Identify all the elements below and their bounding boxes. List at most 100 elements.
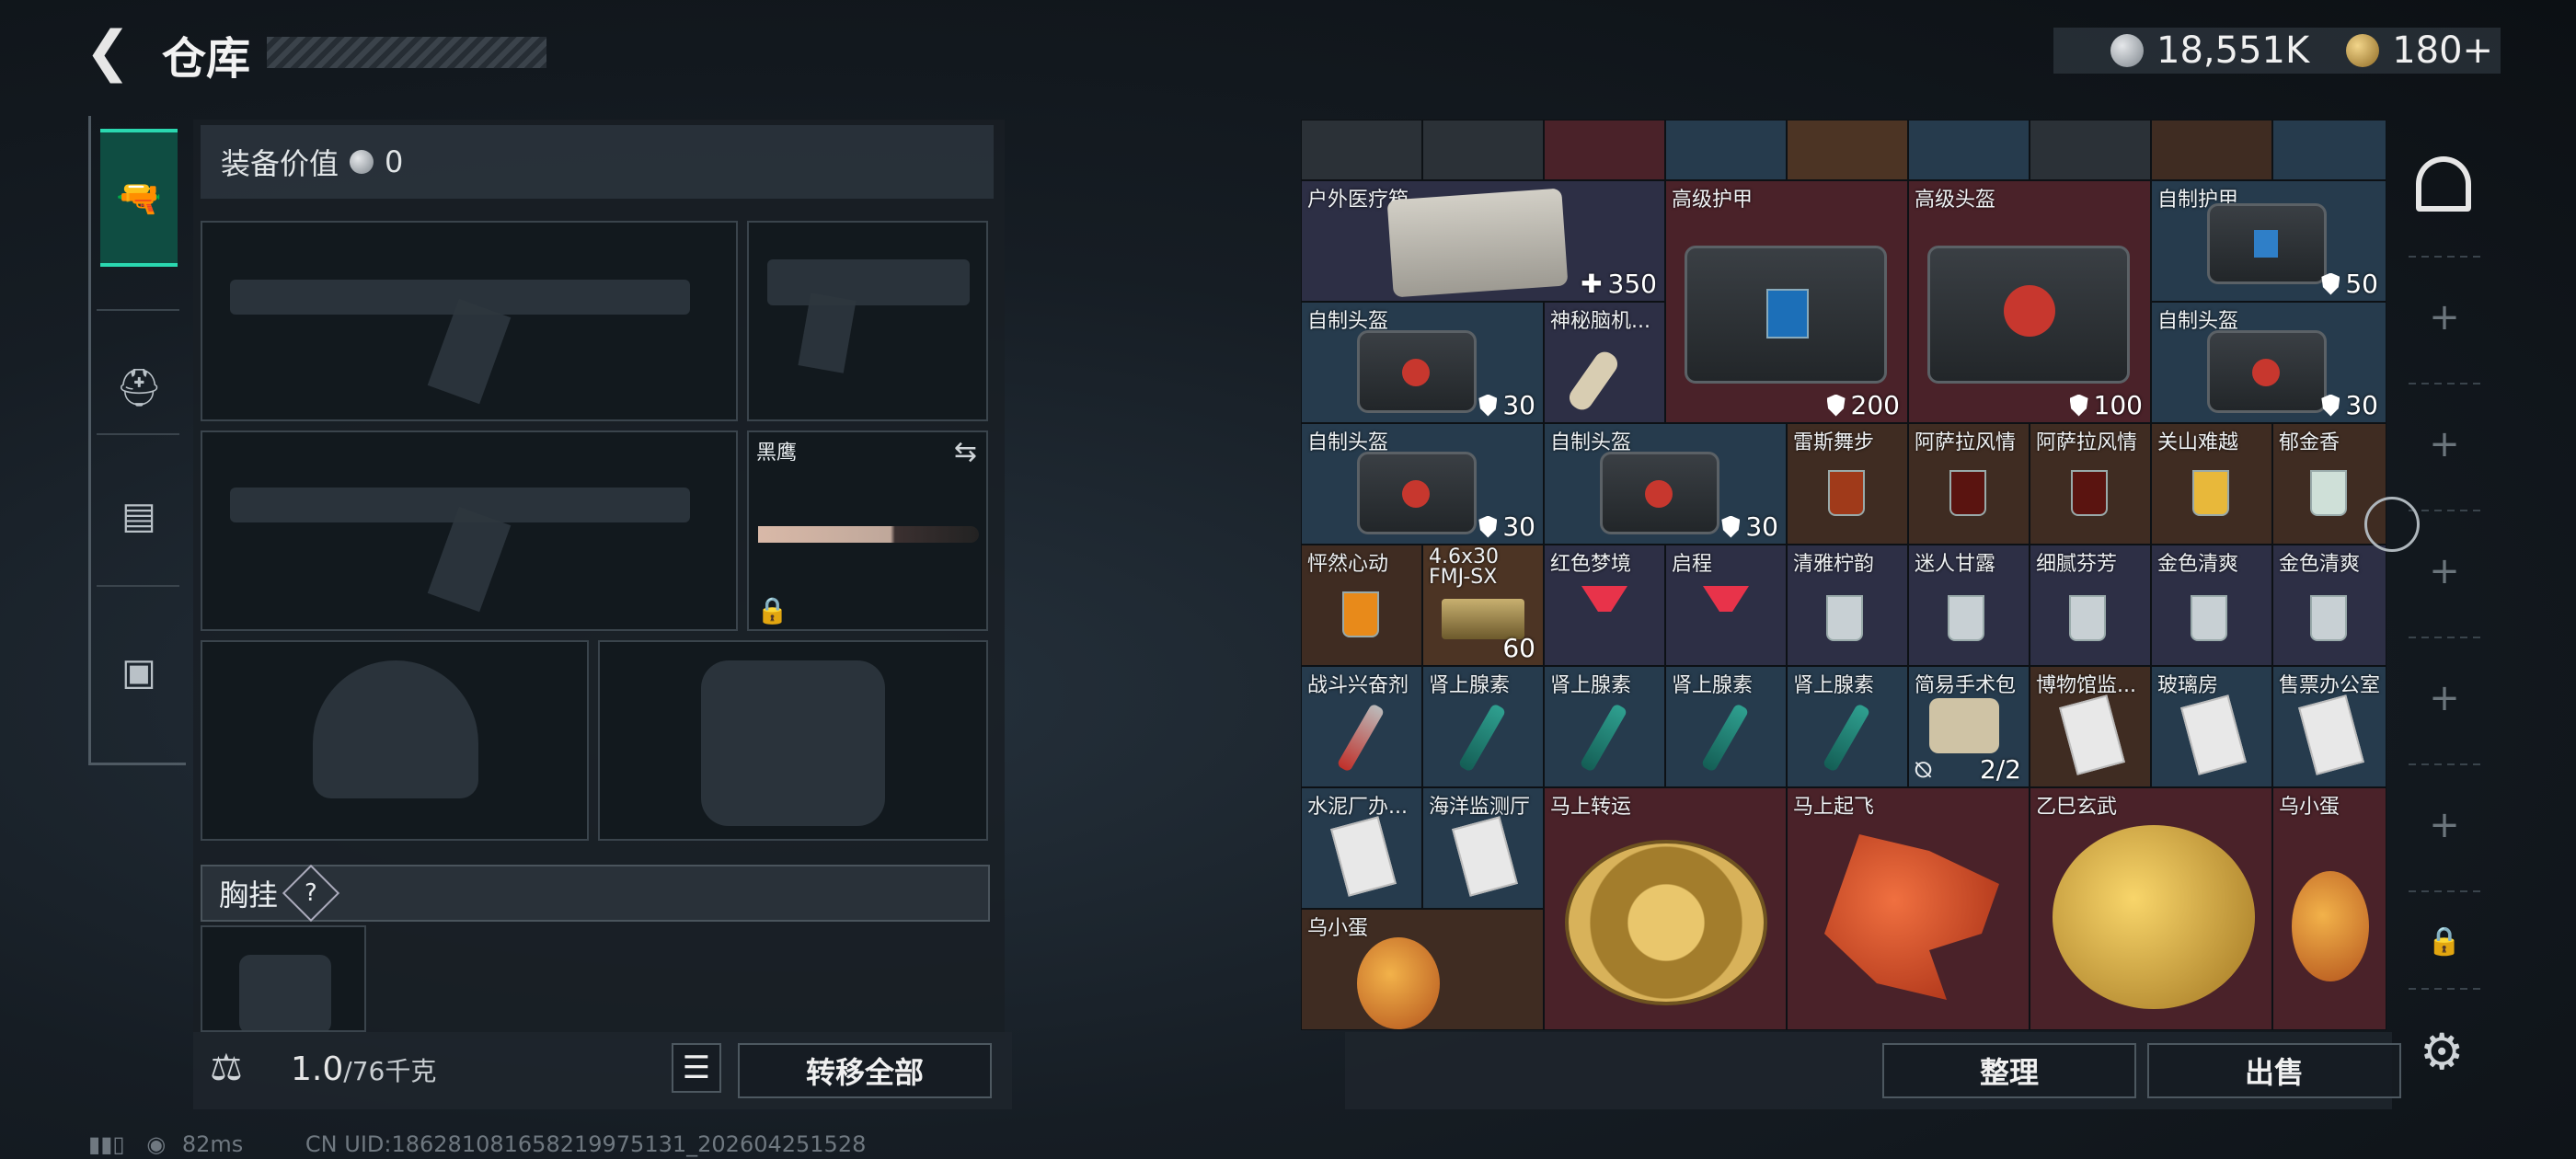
glass-icon [2069, 595, 2106, 641]
capacity-text: 1.0/76千克 [291, 1050, 437, 1088]
item-collectible-egg[interactable]: 乌小蛋 [1301, 909, 1544, 1030]
armor-silhouette-icon [701, 660, 885, 826]
item-drink[interactable]: 金色清爽 [2272, 545, 2386, 666]
primary-weapon-slot[interactable] [201, 221, 738, 421]
grid-cell[interactable] [2272, 120, 2386, 180]
item-homemade-helmet[interactable]: 自制头盔 30 [1301, 423, 1544, 545]
melee-slot[interactable]: 黑鹰 ⇆ 🔒 [747, 430, 988, 631]
item-collectible-wheel[interactable]: 马上转运 [1544, 787, 1787, 1030]
chest-rig-label: 胸挂 [219, 878, 279, 912]
item-advanced-armor[interactable]: 高级护甲 200 [1665, 180, 1908, 423]
helmet-armor-tab-icon[interactable]: ⛑ [100, 346, 178, 429]
armor-slot[interactable] [598, 640, 988, 841]
golden-turtle-icon [2053, 825, 2255, 1009]
item-mystery-bci[interactable]: 神秘脑机... [1544, 302, 1665, 423]
grid-cell[interactable] [1908, 120, 2030, 180]
item-collectible-horse[interactable]: 马上起飞 [1787, 787, 2030, 1030]
helmet-silhouette-icon [313, 660, 478, 798]
back-icon[interactable]: ❮ [85, 24, 136, 79]
item-homemade-helmet[interactable]: 自制头盔 30 [2151, 302, 2386, 423]
item-drink[interactable]: 启程 [1665, 545, 1787, 666]
settings-gear-icon[interactable]: ⚙ [2420, 1023, 2464, 1081]
wifi-icon: ◉ [146, 1131, 167, 1157]
grid-cell[interactable] [2030, 120, 2151, 180]
martini-icon [1703, 586, 1749, 650]
swap-icon[interactable]: ⇆ [954, 436, 977, 468]
pistol-slot[interactable] [747, 221, 988, 421]
item-adrenaline[interactable]: 肾上腺素 [1787, 666, 1908, 787]
add-slot-icon[interactable]: + [2405, 550, 2484, 592]
right-container-nav: + + + + + 🔒 [2405, 120, 2484, 1039]
item-drink[interactable]: 怦然心动 [1301, 545, 1422, 666]
grid-cell[interactable] [1422, 120, 1544, 180]
chest-rig-slot[interactable] [201, 925, 366, 1032]
grid-cell[interactable] [1665, 120, 1787, 180]
currency-bar: 18,551K 180+ [2053, 28, 2501, 74]
item-adrenaline[interactable]: 肾上腺素 [1422, 666, 1544, 787]
add-slot-icon[interactable]: + [2405, 423, 2484, 465]
item-keycard[interactable]: 博物馆监... [2030, 666, 2151, 787]
add-slot-icon[interactable]: + [2405, 296, 2484, 339]
item-drink[interactable]: 阿萨拉风情 [2030, 423, 2151, 545]
stash-grid[interactable]: 户外医疗箱 ✚ 350 高级护甲 200 高级头盔 100 自制护甲 50 自制头… [1301, 120, 2386, 1030]
sell-button[interactable]: 出售 [2147, 1043, 2401, 1098]
item-drink[interactable]: 金色清爽 [2151, 545, 2272, 666]
gold-amount[interactable]: 180+ [2392, 29, 2493, 72]
grid-cell[interactable] [2151, 120, 2272, 180]
item-collectible-egg[interactable]: 乌小蛋 [2272, 787, 2386, 1030]
grid-cell[interactable] [1544, 120, 1665, 180]
item-homemade-helmet[interactable]: 自制头盔 30 [1544, 423, 1787, 545]
add-slot-icon[interactable]: + [2405, 804, 2484, 846]
list-view-icon[interactable]: ☰ [672, 1043, 721, 1093]
keycard-icon [2298, 694, 2364, 775]
pistol-silhouette-icon [767, 259, 970, 305]
toolbox-tab-icon[interactable]: ▣ [100, 631, 178, 714]
secondary-weapon-slot[interactable] [201, 430, 738, 631]
item-keycard[interactable]: 玻璃房 [2151, 666, 2272, 787]
item-homemade-armor[interactable]: 自制护甲 50 [2151, 180, 2386, 302]
knife-icon [758, 526, 979, 543]
cocktail-icon [2071, 470, 2108, 516]
item-drink[interactable]: 清雅柠韵 [1787, 545, 1908, 666]
backpack-tab-icon[interactable]: ▤ [100, 475, 178, 557]
item-drink[interactable]: 阿萨拉风情 [1908, 423, 2030, 545]
equipment-value-label: 装备价值 [221, 146, 339, 181]
transfer-all-button[interactable]: 转移全部 [738, 1043, 992, 1098]
grid-cell[interactable] [1787, 120, 1908, 180]
red-horse-icon [1824, 834, 1999, 1000]
item-drink[interactable]: 雷斯舞步 [1787, 423, 1908, 545]
safe-box-icon[interactable] [2416, 156, 2471, 212]
help-icon[interactable]: ? [282, 864, 340, 923]
item-advanced-helmet[interactable]: 高级头盔 100 [1908, 180, 2151, 423]
lock-icon: 🔒 [2427, 925, 2462, 958]
item-ammo[interactable]: 4.6x30 FMJ-SX 60 [1422, 545, 1544, 666]
cocktail-icon [1949, 470, 1986, 516]
item-drink[interactable]: 关山难越 [2151, 423, 2272, 545]
item-drink[interactable]: 细腻芬芳 [2030, 545, 2151, 666]
item-keycard[interactable]: 海洋监测厅 [1422, 787, 1544, 909]
add-slot-icon[interactable]: + [2405, 677, 2484, 719]
item-drink[interactable]: 红色梦境 [1544, 545, 1665, 666]
item-adrenaline[interactable]: 肾上腺素 [1544, 666, 1665, 787]
organize-button[interactable]: 整理 [1882, 1043, 2136, 1098]
item-homemade-helmet[interactable]: 自制头盔 30 [1301, 302, 1544, 423]
egg-figure-icon [1357, 937, 1440, 1029]
helmet-bag-icon [1357, 330, 1477, 413]
item-drink[interactable]: 迷人甘露 [1908, 545, 2030, 666]
helmet-slot[interactable] [201, 640, 589, 841]
item-adrenaline[interactable]: 肾上腺素 [1665, 666, 1787, 787]
item-keycard[interactable]: 售票办公室 [2272, 666, 2386, 787]
item-medkit[interactable]: 户外医疗箱 ✚ 350 [1301, 180, 1665, 302]
helmet-bag-icon [1927, 246, 2130, 384]
syringe-icon [1579, 703, 1628, 773]
item-collectible-turtle[interactable]: 乙巳玄武 [2030, 787, 2272, 1030]
item-surgery-kit[interactable]: 简易手术包 ⦰ 2/2 [1908, 666, 2030, 787]
item-keycard[interactable]: 水泥厂办... [1301, 787, 1422, 909]
equipment-value-amount: 0 [385, 144, 404, 179]
target-icon[interactable] [2364, 497, 2420, 552]
weapon-tab-icon[interactable]: 🔫 [100, 129, 178, 267]
cocktail-icon [2310, 470, 2347, 516]
grid-cell[interactable] [1301, 120, 1422, 180]
item-stimulant[interactable]: 战斗兴奋剂 [1301, 666, 1422, 787]
syringe-icon [1700, 703, 1750, 773]
